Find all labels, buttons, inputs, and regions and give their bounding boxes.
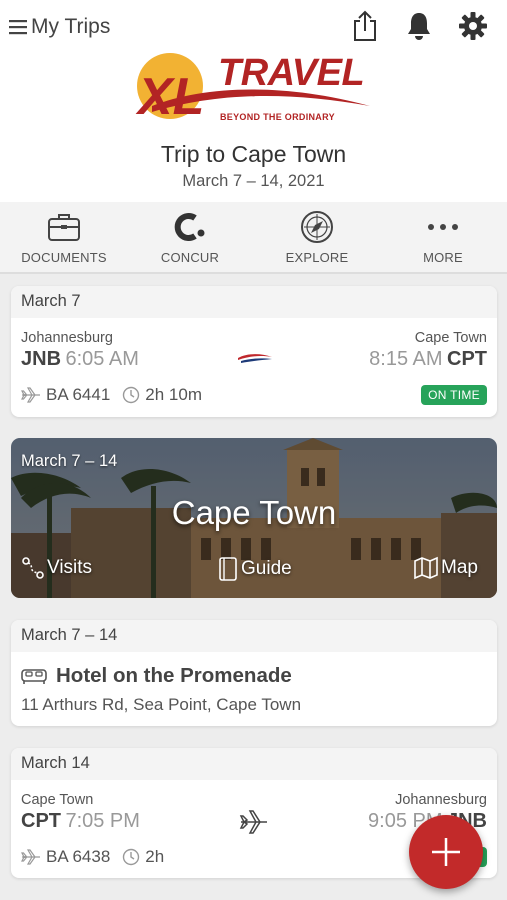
destination-city: Cape Town: [171, 494, 337, 531]
arrival-row: 8:15 AM CPT: [369, 348, 487, 371]
bed-icon: [21, 669, 47, 684]
plane-icon: [239, 810, 267, 834]
explore-button[interactable]: EXPLORE: [254, 202, 380, 272]
visits-label: Visits: [47, 557, 93, 578]
status-badge: ON TIME: [421, 385, 487, 405]
menu-icon: [9, 20, 27, 35]
departure-row: CPT 7:05 PM: [21, 810, 140, 833]
departure-city: Johannesburg: [21, 330, 113, 346]
trip-toolbar: DOCUMENTS CONCUR EXPLORE MORE: [0, 202, 507, 274]
departure-row: JNB 6:05 AM: [21, 348, 139, 371]
visits-link[interactable]: Visits: [21, 556, 92, 580]
trip-title: Trip to Cape Town: [160, 141, 347, 167]
destination-dates: March 7 – 14: [21, 452, 118, 470]
my-trips-label: My Trips: [31, 15, 111, 38]
documents-label: DOCUMENTS: [21, 250, 107, 265]
route-icon: [22, 557, 44, 579]
clock-icon: [123, 848, 140, 866]
hotel-card[interactable]: March 7 – 14 Hotel on the Promenade 11 A…: [11, 620, 497, 726]
arrival-time: 8:15 AM: [369, 348, 443, 370]
guide-label: Guide: [241, 558, 292, 579]
trip-dates: March 7 – 14, 2021: [182, 172, 325, 190]
map-icon: [414, 556, 438, 580]
add-button[interactable]: [409, 815, 483, 889]
flight-meta: BA 6441 2h 10m: [21, 385, 202, 405]
flight-date: March 14: [11, 748, 497, 780]
departure-time: 7:05 PM: [65, 810, 140, 832]
bell-icon: [408, 13, 430, 40]
gear-icon: [459, 12, 487, 40]
destination-card[interactable]: March 7 – 14 Cape Town Visits Guide Map: [11, 438, 497, 598]
hotel-address: 11 Arthurs Rd, Sea Point, Cape Town: [21, 695, 302, 714]
settings-button[interactable]: [456, 8, 490, 44]
plus-icon: [432, 838, 460, 866]
more-dots-icon: [428, 224, 458, 230]
book-icon: [219, 557, 237, 581]
departure-code: JNB: [21, 348, 62, 370]
more-button[interactable]: MORE: [380, 202, 506, 272]
map-label: Map: [441, 557, 478, 578]
flight-number: BA 6438: [46, 847, 111, 866]
brand-tagline: BEYOND THE ORDINARY: [220, 112, 335, 122]
arrival-city: Johannesburg: [395, 792, 487, 808]
more-label: MORE: [423, 250, 463, 265]
brand-name: TRAVEL: [218, 52, 365, 94]
documents-button[interactable]: DOCUMENTS: [1, 202, 127, 272]
map-link[interactable]: Map: [413, 556, 478, 580]
arrival-city: Cape Town: [414, 330, 487, 346]
explore-label: EXPLORE: [285, 250, 349, 265]
concur-button[interactable]: CONCUR: [127, 202, 253, 272]
share-button[interactable]: [348, 8, 382, 44]
hotel-name: Hotel on the Promenade: [56, 664, 292, 687]
hotel-dates: March 7 – 14: [11, 620, 497, 652]
flight-meta: BA 6438 2h: [21, 847, 164, 867]
flight-date: March 7: [11, 286, 497, 318]
departure-time: 6:05 AM: [65, 348, 139, 370]
plane-icon: [21, 387, 40, 403]
flight-number: BA 6441: [46, 385, 111, 404]
compass-icon: [301, 211, 333, 243]
concur-icon: [174, 213, 205, 241]
concur-label: CONCUR: [160, 250, 220, 265]
my-trips-menu-button[interactable]: My Trips: [9, 12, 110, 42]
clock-icon: [123, 386, 140, 404]
airline-logo-icon: [238, 354, 272, 363]
guide-link[interactable]: Guide: [217, 556, 292, 582]
departure-city: Cape Town: [21, 792, 94, 808]
notifications-button[interactable]: [402, 8, 436, 44]
flight-duration: 2h: [145, 847, 165, 866]
plane-icon: [21, 849, 40, 865]
xl-travel-logo: XL TRAVEL BEYOND THE ORDINARY: [132, 46, 377, 128]
briefcase-icon: [48, 214, 80, 241]
hotel-name-row: Hotel on the Promenade: [21, 664, 292, 688]
flight-card-outbound[interactable]: March 7 Johannesburg JNB 6:05 AM Cape To…: [11, 286, 497, 417]
app-header: My Trips XL TRAVEL BEYOND THE ORDINARY T…: [0, 0, 507, 202]
arrival-code: CPT: [447, 348, 487, 370]
departure-code: CPT: [21, 810, 61, 832]
share-icon: [354, 10, 376, 41]
flight-duration: 2h 10m: [145, 385, 202, 404]
